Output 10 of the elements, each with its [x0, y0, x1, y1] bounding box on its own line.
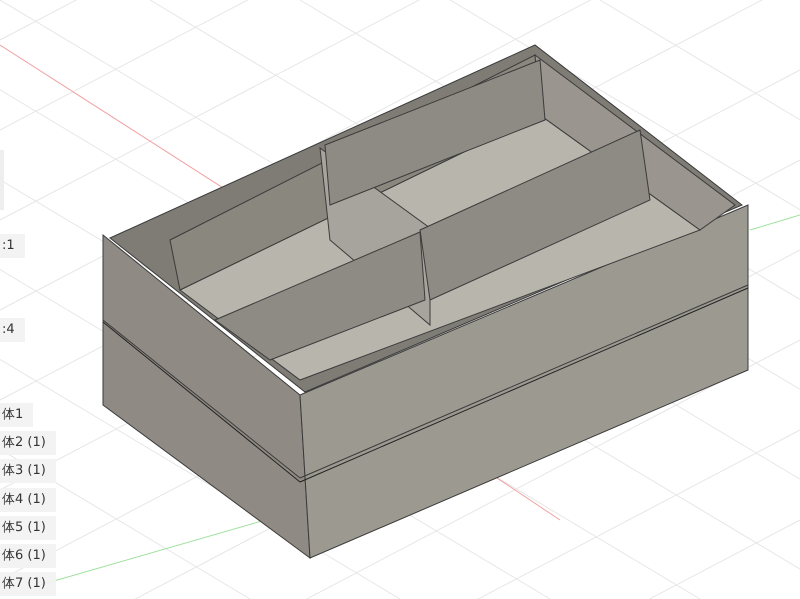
y-axis-line: [750, 214, 800, 230]
body-label[interactable]: 体3 (1): [0, 459, 56, 483]
body-label[interactable]: 体2 (1): [0, 431, 56, 455]
body-label[interactable]: :1: [0, 234, 25, 258]
body-label[interactable]: 体6 (1): [0, 544, 56, 568]
body-label[interactable]: 体4 (1): [0, 488, 56, 512]
body-label[interactable]: 体1: [0, 403, 34, 427]
body-label[interactable]: :4: [0, 318, 25, 342]
body-label[interactable]: 体5 (1): [0, 516, 56, 540]
body-label[interactable]: 体7 (1): [0, 572, 56, 596]
